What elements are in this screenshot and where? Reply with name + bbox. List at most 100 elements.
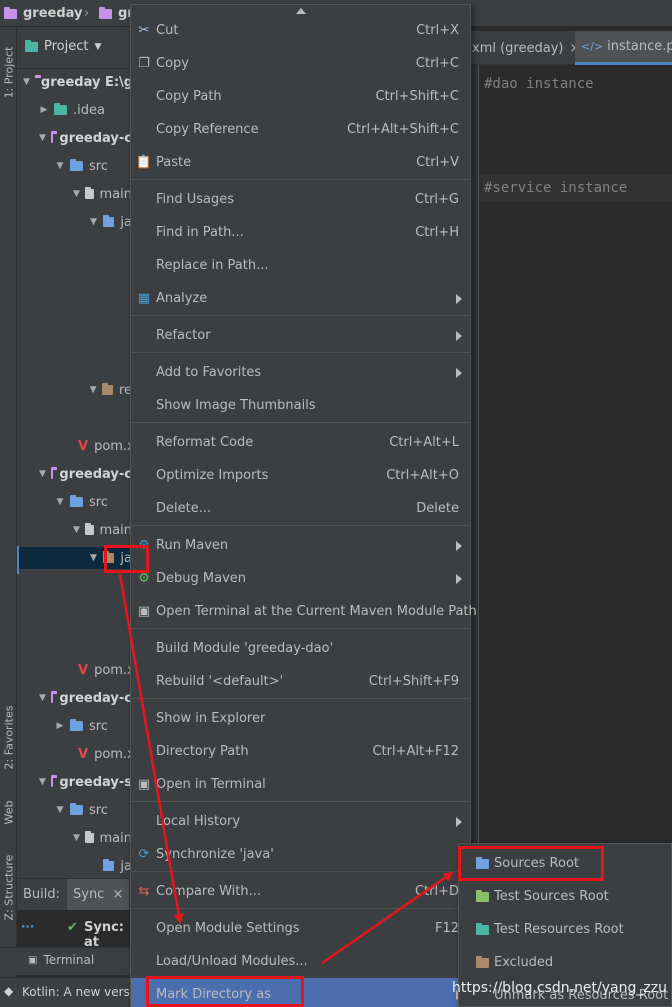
status-message[interactable]: Kotlin: A new versio xyxy=(22,985,140,999)
menu-item-shortcut: Ctrl+Shift+C xyxy=(375,89,459,104)
chevron-down-icon[interactable]: ▼ xyxy=(23,77,30,87)
tab-pom-xml[interactable]: xml (greeday) × xyxy=(470,31,580,65)
tree-item[interactable]: Vpom.xm xyxy=(17,743,132,765)
submenu-item-label: Test Sources Root xyxy=(494,889,609,904)
menu-separator xyxy=(131,908,470,909)
chevron-down-icon[interactable]: ▼ xyxy=(73,525,80,535)
menu-item-compare-with[interactable]: ⇆ Compare With... Ctrl+D xyxy=(131,875,470,908)
tab-sync[interactable]: Sync × xyxy=(67,879,130,910)
submenu-item-test-sources-root[interactable]: Test Sources Root xyxy=(459,880,671,913)
tree-item[interactable]: ja xyxy=(17,855,132,877)
chevron-down-icon[interactable]: ▼ xyxy=(89,385,97,395)
menu-item-find-in-path[interactable]: Find in Path... Ctrl+H xyxy=(131,216,470,249)
tree-item[interactable]: ▼ ja xyxy=(17,211,132,233)
tree-item[interactable]: Vpom.xm xyxy=(17,435,132,457)
tree-item[interactable]: ▼ src xyxy=(17,155,132,177)
chevron-down-icon[interactable]: ▼ xyxy=(39,777,46,787)
menu-item-show-image-thumbnails[interactable]: Show Image Thumbnails xyxy=(131,389,470,422)
tree-item[interactable]: ▼ src xyxy=(17,799,132,821)
code-line: #service instance xyxy=(484,180,628,196)
chevron-right-icon[interactable]: ▶ xyxy=(55,721,65,731)
menu-item-directory-path[interactable]: Directory Path Ctrl+Alt+F12 xyxy=(131,735,470,768)
menu-item-delete[interactable]: Delete... Delete xyxy=(131,492,470,525)
tree-item[interactable]: ▼ main xyxy=(17,519,132,541)
menu-item-copy-reference[interactable]: Copy Reference Ctrl+Alt+Shift+C xyxy=(131,113,470,146)
tree-item[interactable]: ▼ src xyxy=(17,491,132,513)
chevron-down-icon[interactable]: ▼ xyxy=(73,189,80,199)
menu-item-debug-maven[interactable]: ⚙ Debug Maven xyxy=(131,562,470,595)
tab-structure-tool[interactable]: Z: Structure xyxy=(0,847,17,927)
chevron-down-icon: ▼ xyxy=(94,41,102,52)
menu-item-analyze[interactable]: ▦ Analyze xyxy=(131,282,470,315)
tree-item[interactable]: ▼ main xyxy=(17,183,132,205)
tree-item[interactable]: ▼ re xyxy=(17,379,132,401)
submenu-item-excluded[interactable]: Excluded xyxy=(459,946,671,979)
tree-item[interactable]: ▼ greeday-s xyxy=(17,771,132,793)
maven-icon: V xyxy=(78,662,89,678)
project-panel-header: Project ▼ xyxy=(17,27,132,69)
tab-favorites-tool[interactable]: 2: Favorites xyxy=(0,697,17,777)
tree-item-label: greeday-c xyxy=(59,130,132,146)
menu-item-copy[interactable]: ❐ Copy Ctrl+C xyxy=(131,47,470,80)
expand-icon[interactable]: ⋯ xyxy=(21,920,34,935)
breadcrumb-module[interactable]: gr xyxy=(99,5,134,22)
notification-icon[interactable]: ◆ xyxy=(4,984,13,998)
submenu-item-label: Test Resources Root xyxy=(494,922,624,937)
copy-icon: ❐ xyxy=(138,56,150,71)
menu-item-open-terminal-at-the-current-maven-module-path[interactable]: ▣ Open Terminal at the Current Maven Modu… xyxy=(131,595,477,628)
menu-item-paste[interactable]: 📋 Paste Ctrl+V xyxy=(131,146,470,179)
menu-item-run-maven[interactable]: ⚙ Run Maven xyxy=(131,529,470,562)
chevron-down-icon[interactable]: ▼ xyxy=(55,805,65,815)
tree-item[interactable]: ▼ greeday-c xyxy=(17,463,132,485)
chevron-down-icon[interactable]: ▼ xyxy=(55,497,65,507)
menu-item-open-module-settings[interactable]: Open Module Settings F12 xyxy=(131,912,470,945)
menu-item-show-in-explorer[interactable]: Show in Explorer xyxy=(131,702,470,735)
sync-status: Sync: at xyxy=(84,920,124,950)
chevron-down-icon[interactable]: ▼ xyxy=(89,217,98,227)
tab-instance-properties[interactable]: </> instance.pro xyxy=(575,31,672,65)
chevron-down-icon[interactable]: ▼ xyxy=(73,833,80,843)
maven-icon: V xyxy=(78,438,89,454)
menu-item-rebuild-default[interactable]: Rebuild '<default>' Ctrl+Shift+F9 xyxy=(131,665,470,698)
terminal-icon: ▣ xyxy=(137,604,151,619)
chevron-down-icon[interactable]: ▼ xyxy=(89,553,98,563)
chevron-down-icon[interactable]: ▼ xyxy=(39,693,46,703)
build-tool-header: Build: Sync × xyxy=(17,878,132,910)
tree-item[interactable]: ▼ main xyxy=(17,827,132,849)
folder-icon xyxy=(476,955,489,968)
menu-item-build-module-greeday-dao[interactable]: Build Module 'greeday-dao' xyxy=(131,632,470,665)
menu-item-cut[interactable]: ✂ Cut Ctrl+X xyxy=(131,14,470,47)
menu-item-refactor[interactable]: Refactor xyxy=(131,319,470,352)
menu-item-replace-in-path[interactable]: Replace in Path... xyxy=(131,249,470,282)
tree-item[interactable]: ▼ greeday E:\g xyxy=(17,71,132,93)
menu-item-local-history[interactable]: Local History xyxy=(131,805,470,838)
menu-item-synchronize-java[interactable]: ⟳ Synchronize 'java' xyxy=(131,838,470,871)
menu-item-add-to-favorites[interactable]: Add to Favorites xyxy=(131,356,470,389)
tree-item[interactable]: ▶ src xyxy=(17,715,132,737)
tab-terminal[interactable]: ▣ Terminal xyxy=(28,953,94,967)
submenu-item-test-resources-root[interactable]: Test Resources Root xyxy=(459,913,671,946)
breadcrumb-project[interactable]: greeday xyxy=(4,5,83,22)
tree-item-label: .idea xyxy=(73,102,105,118)
menu-item-copy-path[interactable]: Copy Path Ctrl+Shift+C xyxy=(131,80,470,113)
close-icon[interactable]: × xyxy=(112,887,123,902)
menu-item-load-unload-modules[interactable]: Load/Unload Modules... xyxy=(131,945,470,978)
chevron-down-icon[interactable]: ▼ xyxy=(55,161,65,171)
code-editor[interactable]: #dao instance #service instance xyxy=(470,65,672,860)
chevron-down-icon[interactable]: ▼ xyxy=(39,133,46,143)
tab-project-tool[interactable]: 1: Project xyxy=(0,37,17,107)
menu-item-reformat-code[interactable]: Reformat Code Ctrl+Alt+L xyxy=(131,426,470,459)
tree-item[interactable]: ▶ .idea xyxy=(17,99,132,121)
tree-item[interactable]: ▼ greeday-c xyxy=(17,127,132,149)
project-view-selector[interactable]: Project ▼ xyxy=(25,39,101,54)
menu-item-find-usages[interactable]: Find Usages Ctrl+G xyxy=(131,183,470,216)
tree-item[interactable]: Vpom.xm xyxy=(17,659,132,681)
menu-item-optimize-imports[interactable]: Optimize Imports Ctrl+Alt+O xyxy=(131,459,470,492)
menu-item-open-in-terminal[interactable]: ▣ Open in Terminal xyxy=(131,768,470,801)
tab-web-tool[interactable]: Web xyxy=(0,792,17,832)
menu-item-shortcut: Ctrl+V xyxy=(416,155,459,170)
annotation-box-sources-root xyxy=(458,846,604,881)
tree-item[interactable]: ▼ greeday-c xyxy=(17,687,132,709)
chevron-down-icon[interactable]: ▼ xyxy=(39,469,46,479)
chevron-right-icon[interactable]: ▶ xyxy=(39,105,49,115)
